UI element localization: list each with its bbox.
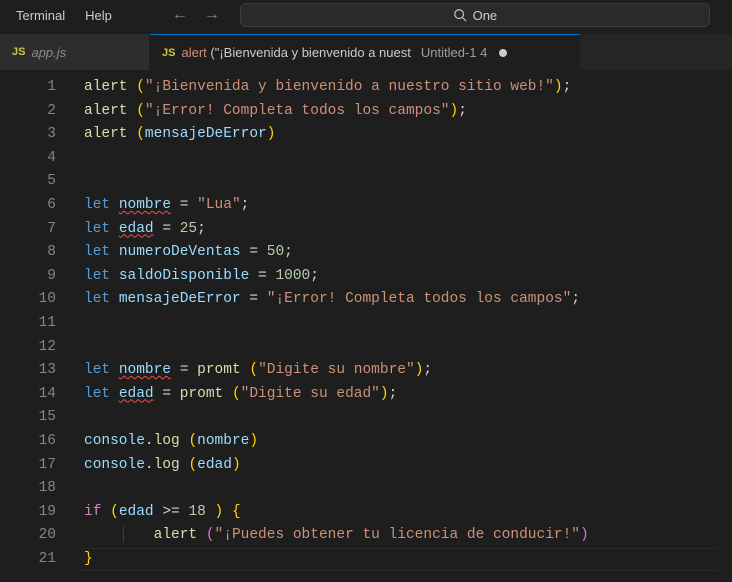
line-number: 18 (16, 477, 56, 501)
line-number: 19 (16, 501, 56, 525)
code-line: let saldoDisponible = 1000; (84, 265, 718, 289)
left-edge (0, 70, 16, 582)
line-number: 17 (16, 454, 56, 478)
search-value: One (473, 8, 498, 23)
line-number: 2 (16, 100, 56, 124)
code-line: let numeroDeVentas = 50; (84, 241, 718, 265)
line-number: 3 (16, 123, 56, 147)
unsaved-dot-icon (499, 49, 507, 57)
line-number: 11 (16, 312, 56, 336)
tab-suffix: Untitled-1 4 (421, 45, 487, 60)
code-line (84, 170, 718, 194)
menu-terminal[interactable]: Terminal (8, 4, 73, 27)
nav-arrows: ← → (172, 6, 220, 24)
code-line: alert ("¡Bienvenida y bienvenido a nuest… (84, 76, 718, 100)
code-line: } (84, 548, 718, 572)
js-file-icon: JS (12, 46, 25, 58)
code-line: let nombre = promt ("Digite su nombre"); (84, 359, 718, 383)
code-line: let edad = promt ("Digite su edad"); (84, 383, 718, 407)
code-line: alert ("¡Error! Completa todos los campo… (84, 100, 718, 124)
line-number: 7 (16, 218, 56, 242)
code-line: let mensajeDeError = "¡Error! Completa t… (84, 288, 718, 312)
line-number: 20 (16, 524, 56, 548)
search-icon (453, 8, 467, 22)
line-number: 15 (16, 406, 56, 430)
minimap[interactable] (718, 70, 732, 582)
code-area[interactable]: alert ("¡Bienvenida y bienvenido a nuest… (78, 70, 718, 582)
line-number-gutter: 123456789101112131415161718192021 (16, 70, 78, 582)
line-number: 4 (16, 147, 56, 171)
line-number: 14 (16, 383, 56, 407)
line-number: 21 (16, 548, 56, 572)
code-line: let nombre = "Lua"; (84, 194, 718, 218)
command-center-search[interactable]: One (240, 3, 710, 27)
code-line: if (edad >= 18 ) { (84, 501, 718, 525)
line-number: 12 (16, 336, 56, 360)
line-number: 1 (16, 76, 56, 100)
tab-app-js[interactable]: JS app.js (0, 34, 150, 70)
line-number: 13 (16, 359, 56, 383)
code-line (84, 406, 718, 430)
line-number: 10 (16, 288, 56, 312)
line-number: 8 (16, 241, 56, 265)
line-number: 9 (16, 265, 56, 289)
code-line: │ alert ("¡Puedes obtener tu licencia de… (84, 524, 718, 548)
code-line: console.log (edad) (84, 454, 718, 478)
code-line (84, 336, 718, 360)
code-line: let edad = 25; (84, 218, 718, 242)
editor: 123456789101112131415161718192021 alert … (0, 70, 732, 582)
menubar: Terminal Help ← → One (0, 0, 732, 30)
menu-help[interactable]: Help (77, 4, 120, 27)
code-line: console.log (nombre) (84, 430, 718, 454)
line-number: 5 (16, 170, 56, 194)
line-number: 6 (16, 194, 56, 218)
nav-forward-icon[interactable]: → (204, 6, 220, 24)
nav-back-icon[interactable]: ← (172, 6, 188, 24)
code-line: alert (mensajeDeError) (84, 123, 718, 147)
code-line (84, 312, 718, 336)
code-line (84, 147, 718, 171)
tab-label: alert ("¡Bienvenida y bienvenido a nuest (181, 45, 410, 60)
line-number: 16 (16, 430, 56, 454)
tabs: JS app.js JS alert ("¡Bienvenida y bienv… (0, 34, 732, 70)
tab-untitled-1[interactable]: JS alert ("¡Bienvenida y bienvenido a nu… (150, 34, 580, 70)
code-line (84, 477, 718, 501)
tab-label: app.js (31, 45, 66, 60)
js-file-icon: JS (162, 47, 175, 59)
